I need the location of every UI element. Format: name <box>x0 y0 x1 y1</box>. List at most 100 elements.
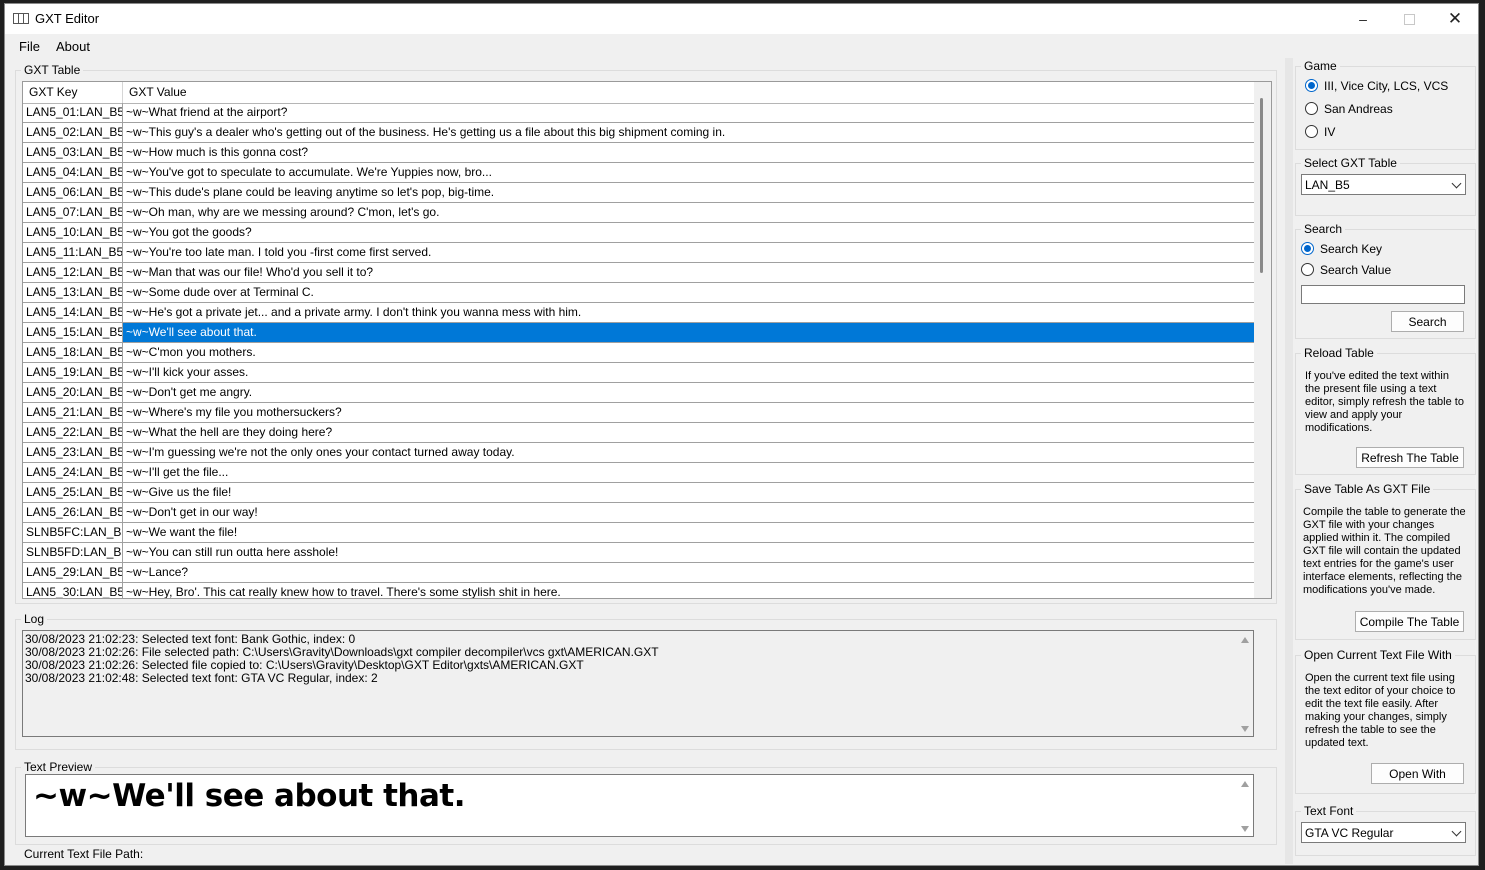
gxt-value-cell[interactable]: ~w~I'll get the file... <box>123 463 1255 482</box>
gxt-value-cell[interactable]: ~w~Don't get me angry. <box>123 383 1255 402</box>
gxt-value-cell[interactable]: ~w~How much is this gonna cost? <box>123 143 1255 162</box>
table-row[interactable]: LAN5_11:LAN_B5 ~w~You're too late man. I … <box>23 243 1255 263</box>
table-row[interactable]: LAN5_29:LAN_B5 ~w~Lance? <box>23 563 1255 583</box>
table-row[interactable]: LAN5_15:LAN_B5 ~w~We'll see about that. <box>23 323 1255 343</box>
gxt-key-cell[interactable]: SLNB5FC:LAN_B5 <box>23 523 123 542</box>
radio-game-iv[interactable] <box>1305 125 1318 138</box>
table-row[interactable]: LAN5_13:LAN_B5 ~w~Some dude over at Termi… <box>23 283 1255 303</box>
table-row[interactable]: LAN5_30:LAN_B5 ~w~Hey, Bro'. This cat rea… <box>23 583 1255 598</box>
gxt-key-cell[interactable]: LAN5_12:LAN_B5 <box>23 263 123 282</box>
table-row[interactable]: LAN5_18:LAN_B5 ~w~C'mon you mothers. <box>23 343 1255 363</box>
log-scroll-up-icon[interactable] <box>1241 637 1249 643</box>
gxt-key-cell[interactable]: LAN5_06:LAN_B5 <box>23 183 123 202</box>
gxt-value-cell[interactable]: ~w~Lance? <box>123 563 1255 582</box>
gxt-value-cell[interactable]: ~w~This guy's a dealer who's getting out… <box>123 123 1255 142</box>
column-header-key[interactable]: GXT Key <box>23 82 123 103</box>
table-row[interactable]: LAN5_19:LAN_B5 ~w~I'll kick your asses. <box>23 363 1255 383</box>
gxt-key-cell[interactable]: LAN5_14:LAN_B5 <box>23 303 123 322</box>
gxt-key-cell[interactable]: LAN5_13:LAN_B5 <box>23 283 123 302</box>
gxt-value-cell[interactable]: ~w~Where's my file you mothersuckers? <box>123 403 1255 422</box>
maximize-button[interactable] <box>1386 4 1432 34</box>
table-row[interactable]: LAN5_20:LAN_B5 ~w~Don't get me angry. <box>23 383 1255 403</box>
search-input[interactable] <box>1301 285 1465 304</box>
table-row[interactable]: LAN5_22:LAN_B5 ~w~What the hell are they … <box>23 423 1255 443</box>
grid-scroll-thumb[interactable] <box>1260 98 1263 273</box>
table-row[interactable]: LAN5_14:LAN_B5 ~w~He's got a private jet.… <box>23 303 1255 323</box>
table-row[interactable]: LAN5_10:LAN_B5 ~w~You got the goods? <box>23 223 1255 243</box>
text-font-select[interactable]: GTA VC Regular <box>1301 822 1466 843</box>
table-row[interactable]: LAN5_25:LAN_B5 ~w~Give us the file! <box>23 483 1255 503</box>
table-row[interactable]: LAN5_24:LAN_B5 ~w~I'll get the file... <box>23 463 1255 483</box>
gxt-key-cell[interactable]: LAN5_21:LAN_B5 <box>23 403 123 422</box>
table-row[interactable]: LAN5_21:LAN_B5 ~w~Where's my file you mot… <box>23 403 1255 423</box>
open-with-button[interactable]: Open With <box>1371 763 1464 784</box>
log-textbox[interactable]: 30/08/2023 21:02:23: Selected text font:… <box>22 630 1254 737</box>
gxt-value-cell[interactable]: ~w~Give us the file! <box>123 483 1255 502</box>
refresh-table-button[interactable]: Refresh The Table <box>1356 447 1464 468</box>
gxt-value-cell[interactable]: ~w~Don't get in our way! <box>123 503 1255 522</box>
log-scroll-down-icon[interactable] <box>1241 726 1249 732</box>
gxt-value-cell[interactable]: ~w~This dude's plane could be leaving an… <box>123 183 1255 202</box>
gxt-value-cell[interactable]: ~w~You're too late man. I told you -firs… <box>123 243 1255 262</box>
gxt-key-cell[interactable]: LAN5_30:LAN_B5 <box>23 583 123 598</box>
gxt-key-cell[interactable]: LAN5_25:LAN_B5 <box>23 483 123 502</box>
gxt-value-cell[interactable]: ~w~You got the goods? <box>123 223 1255 242</box>
radio-search-key[interactable] <box>1301 242 1314 255</box>
panel-splitter[interactable] <box>1285 58 1293 864</box>
gxt-value-cell[interactable]: ~w~We'll see about that. <box>123 323 1255 342</box>
menu-file[interactable]: File <box>19 39 40 54</box>
gxt-value-cell[interactable]: ~w~C'mon you mothers. <box>123 343 1255 362</box>
gxt-table-grid[interactable]: GXT Key GXT Value LAN5_01:LAN_B5 ~w~What … <box>22 81 1272 599</box>
gxt-value-cell[interactable]: ~w~You've got to speculate to accumulate… <box>123 163 1255 182</box>
compile-table-button[interactable]: Compile The Table <box>1355 611 1464 632</box>
radio-game-iii-vc[interactable] <box>1305 79 1318 92</box>
gxt-key-cell[interactable]: LAN5_20:LAN_B5 <box>23 383 123 402</box>
radio-search-value[interactable] <box>1301 263 1314 276</box>
text-preview-box[interactable]: ~w~We'll see about that. <box>25 774 1254 837</box>
table-row[interactable]: LAN5_01:LAN_B5 ~w~What friend at the airp… <box>23 103 1255 123</box>
preview-scroll-up-icon[interactable] <box>1241 781 1249 787</box>
gxt-value-cell[interactable]: ~w~Man that was our file! Who'd you sell… <box>123 263 1255 282</box>
minimize-button[interactable]: – <box>1340 4 1386 34</box>
table-row[interactable]: LAN5_23:LAN_B5 ~w~I'm guessing we're not … <box>23 443 1255 463</box>
gxt-key-cell[interactable]: LAN5_29:LAN_B5 <box>23 563 123 582</box>
table-row[interactable]: LAN5_02:LAN_B5 ~w~This guy's a dealer who… <box>23 123 1255 143</box>
table-row[interactable]: LAN5_06:LAN_B5 ~w~This dude's plane could… <box>23 183 1255 203</box>
gxt-value-cell[interactable]: ~w~Hey, Bro'. This cat really knew how t… <box>123 583 1255 598</box>
table-row[interactable]: LAN5_12:LAN_B5 ~w~Man that was our file! … <box>23 263 1255 283</box>
gxt-key-cell[interactable]: LAN5_02:LAN_B5 <box>23 123 123 142</box>
gxt-value-cell[interactable]: ~w~We want the file! <box>123 523 1255 542</box>
gxt-key-cell[interactable]: SLNB5FD:LAN_B5 <box>23 543 123 562</box>
table-row[interactable]: SLNB5FD:LAN_B5 ~w~You can still run outta… <box>23 543 1255 563</box>
menu-about[interactable]: About <box>56 39 90 54</box>
gxt-key-cell[interactable]: LAN5_07:LAN_B5 <box>23 203 123 222</box>
gxt-key-cell[interactable]: LAN5_24:LAN_B5 <box>23 463 123 482</box>
gxt-key-cell[interactable]: LAN5_19:LAN_B5 <box>23 363 123 382</box>
gxt-value-cell[interactable]: ~w~He's got a private jet... and a priva… <box>123 303 1255 322</box>
table-row[interactable]: LAN5_07:LAN_B5 ~w~Oh man, why are we mess… <box>23 203 1255 223</box>
gxt-key-cell[interactable]: LAN5_11:LAN_B5 <box>23 243 123 262</box>
table-row[interactable]: SLNB5FC:LAN_B5 ~w~We want the file! <box>23 523 1255 543</box>
gxt-value-cell[interactable]: ~w~What friend at the airport? <box>123 103 1255 122</box>
gxt-key-cell[interactable]: LAN5_01:LAN_B5 <box>23 103 123 122</box>
radio-game-san-andreas[interactable] <box>1305 102 1318 115</box>
gxt-value-cell[interactable]: ~w~You can still run outta here asshole! <box>123 543 1255 562</box>
table-row[interactable]: LAN5_26:LAN_B5 ~w~Don't get in our way! <box>23 503 1255 523</box>
gxt-key-cell[interactable]: LAN5_04:LAN_B5 <box>23 163 123 182</box>
gxt-value-cell[interactable]: ~w~What the hell are they doing here? <box>123 423 1255 442</box>
gxt-value-cell[interactable]: ~w~I'm guessing we're not the only ones … <box>123 443 1255 462</box>
gxt-value-cell[interactable]: ~w~I'll kick your asses. <box>123 363 1255 382</box>
gxt-key-cell[interactable]: LAN5_18:LAN_B5 <box>23 343 123 362</box>
gxt-key-cell[interactable]: LAN5_10:LAN_B5 <box>23 223 123 242</box>
gxt-key-cell[interactable]: LAN5_15:LAN_B5 <box>23 323 123 342</box>
table-row[interactable]: LAN5_03:LAN_B5 ~w~How much is this gonna … <box>23 143 1255 163</box>
gxt-key-cell[interactable]: LAN5_03:LAN_B5 <box>23 143 123 162</box>
preview-scroll-down-icon[interactable] <box>1241 826 1249 832</box>
gxt-value-cell[interactable]: ~w~Some dude over at Terminal C. <box>123 283 1255 302</box>
gxt-key-cell[interactable]: LAN5_22:LAN_B5 <box>23 423 123 442</box>
column-header-value[interactable]: GXT Value <box>123 82 1255 103</box>
gxt-value-cell[interactable]: ~w~Oh man, why are we messing around? C'… <box>123 203 1255 222</box>
search-button[interactable]: Search <box>1391 311 1464 332</box>
gxt-key-cell[interactable]: LAN5_26:LAN_B5 <box>23 503 123 522</box>
table-row[interactable]: LAN5_04:LAN_B5 ~w~You've got to speculate… <box>23 163 1255 183</box>
